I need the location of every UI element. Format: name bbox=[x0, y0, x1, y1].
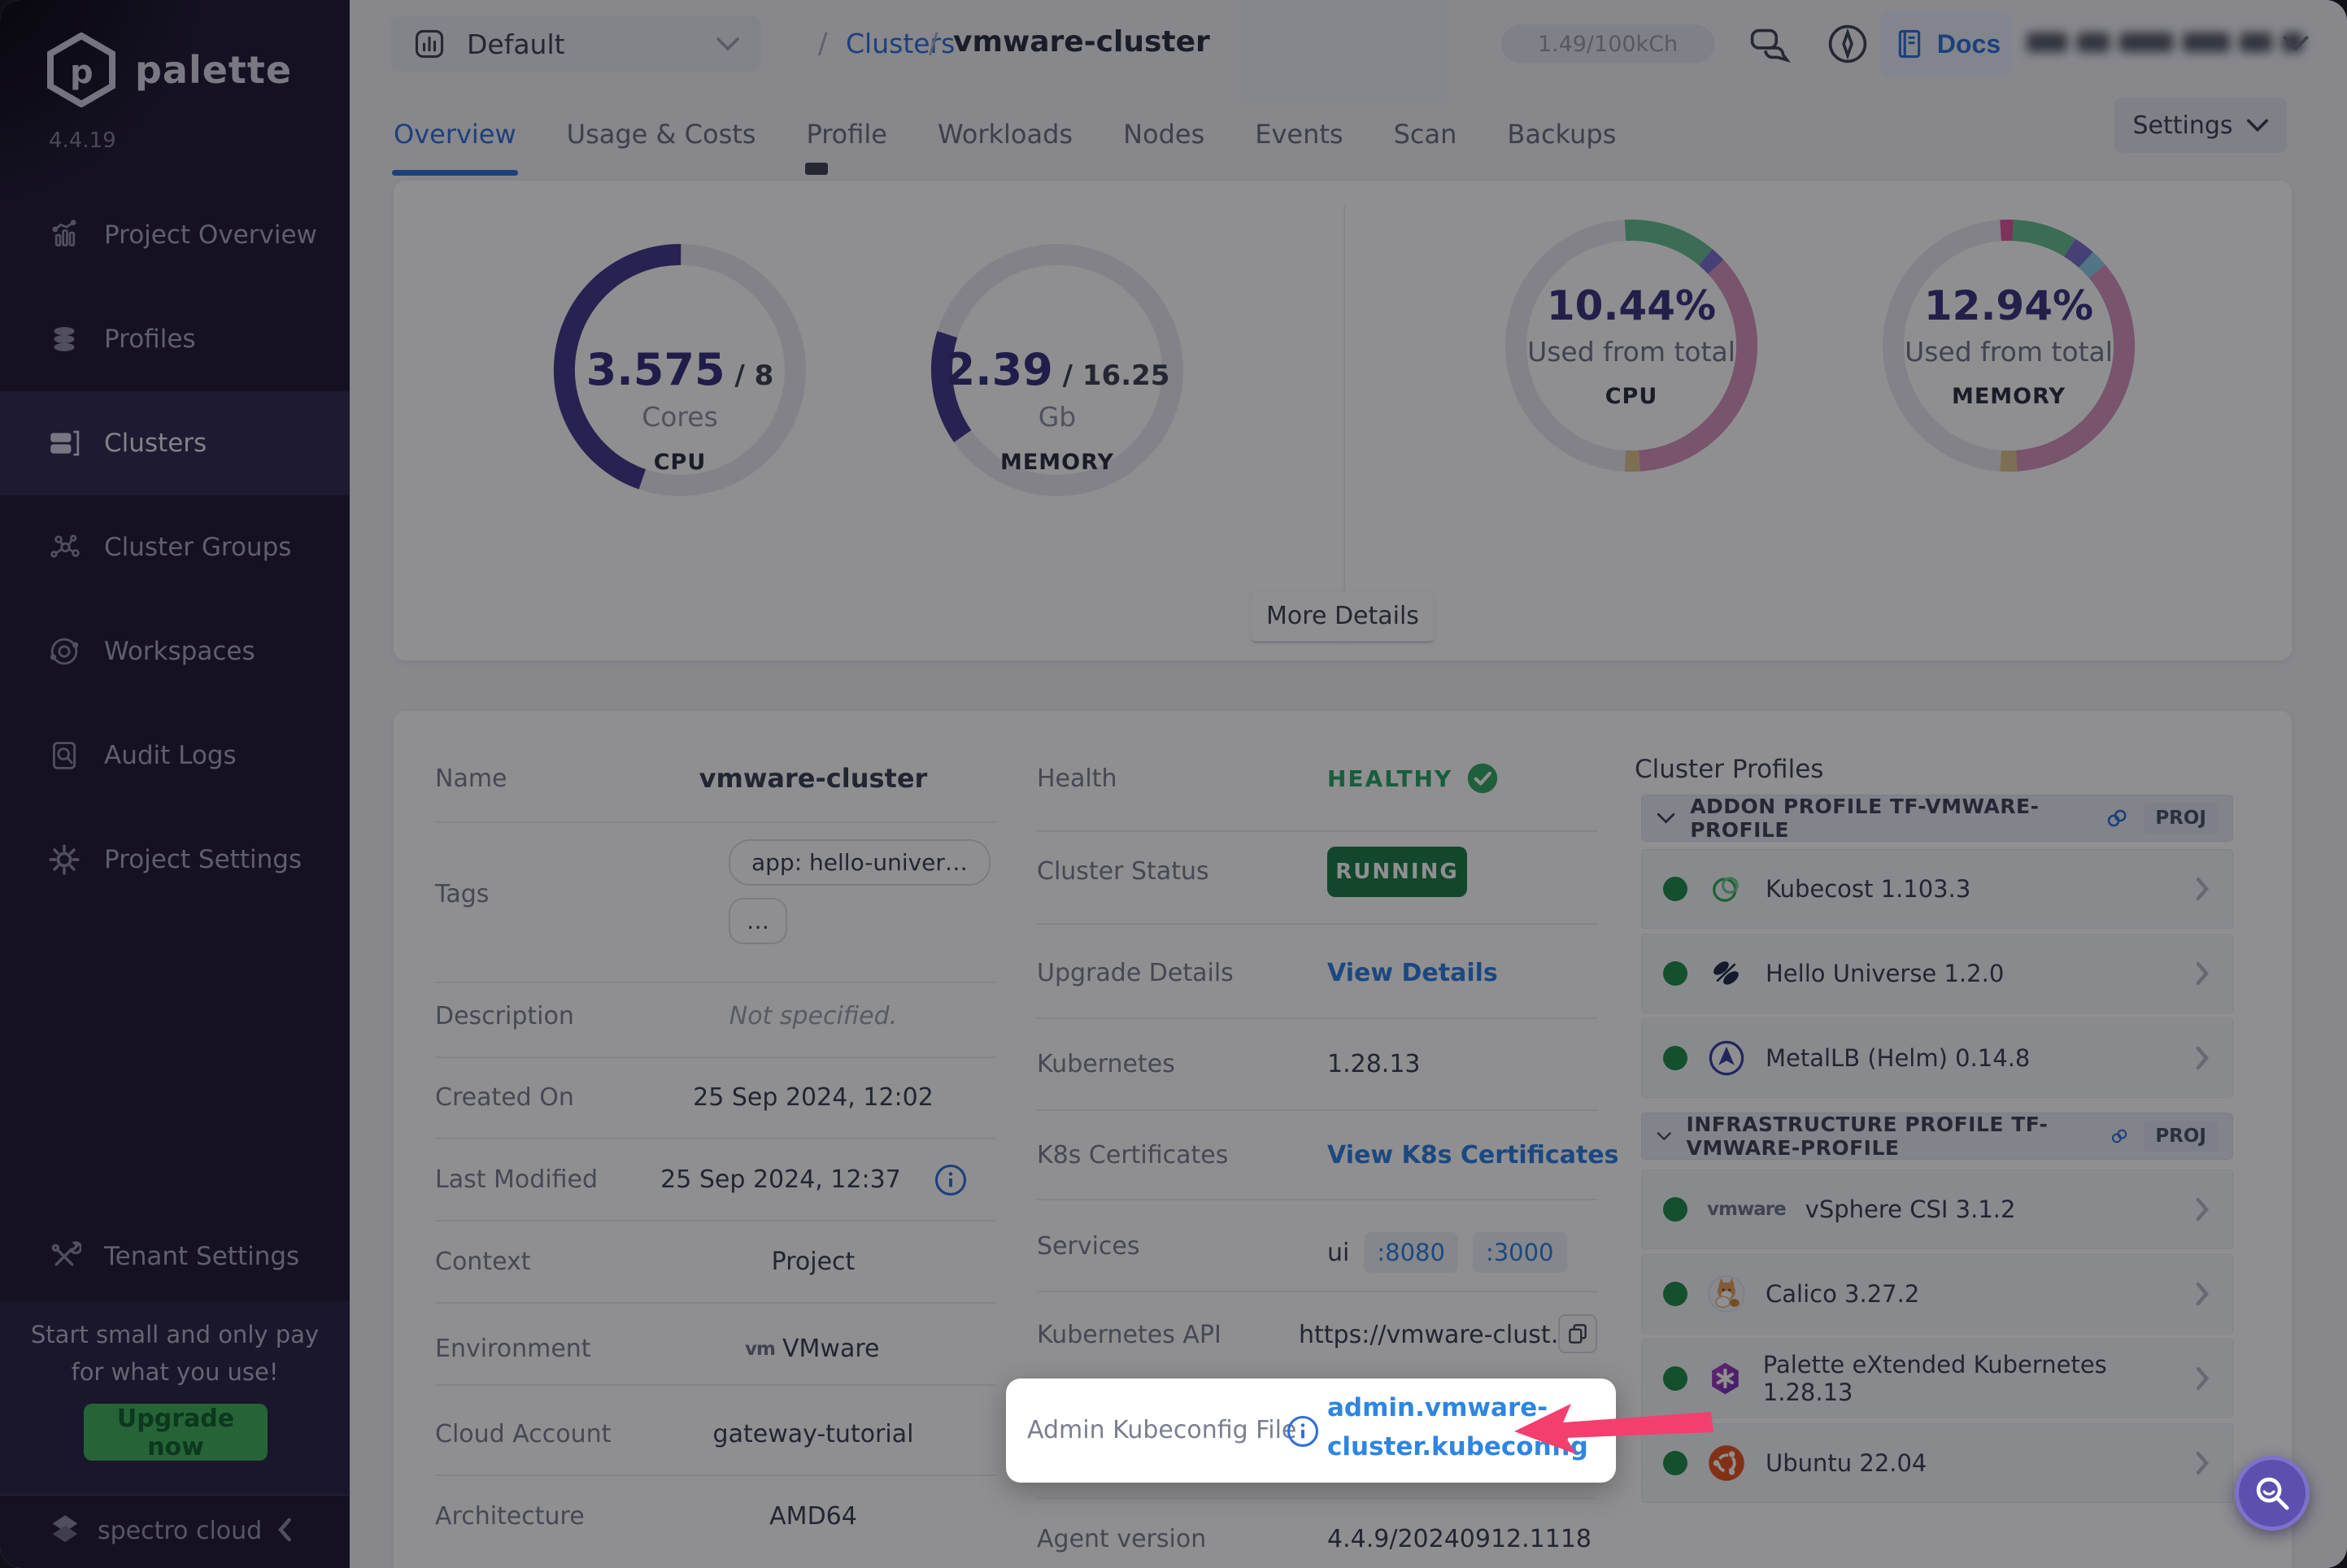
info-icon[interactable] bbox=[1286, 1414, 1320, 1448]
search-fab-button[interactable] bbox=[2235, 1456, 2310, 1531]
app-root: p palette 4.4.19 Project Overview Profil… bbox=[0, 0, 2347, 1568]
tour-arrow bbox=[1514, 1404, 1713, 1454]
admin-kubeconfig-label: Admin Kubeconfig File bbox=[1027, 1416, 1297, 1444]
search-icon bbox=[2256, 1477, 2289, 1510]
tour-dim-overlay bbox=[0, 0, 2347, 1568]
